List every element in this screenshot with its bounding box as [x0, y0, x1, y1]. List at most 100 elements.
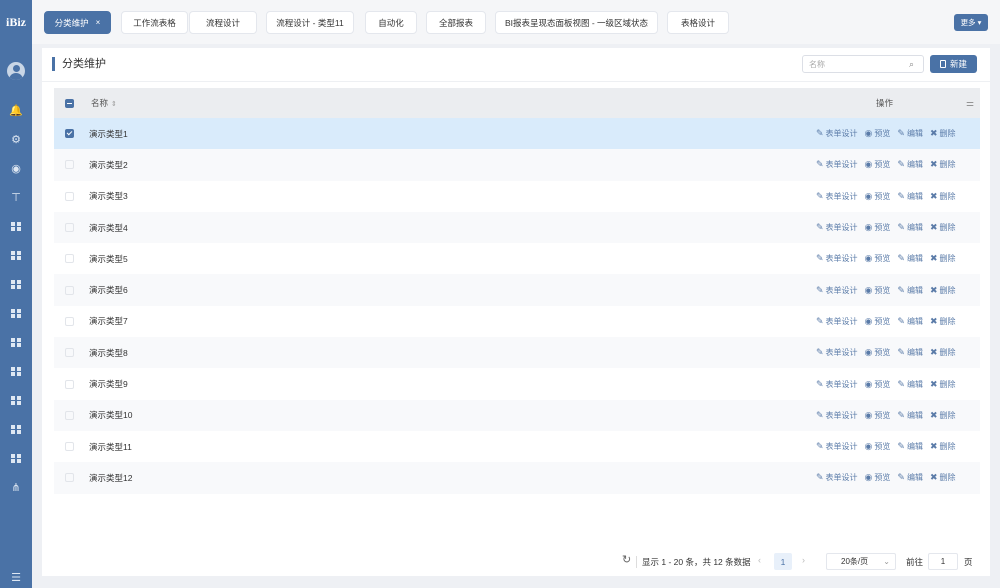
search-icon[interactable]: ⌕ [909, 59, 914, 70]
row-checkbox[interactable] [65, 379, 74, 389]
row-checkbox[interactable] [65, 129, 74, 139]
delete-link[interactable]: ✖ 删除 [930, 222, 956, 233]
grid-icon[interactable] [0, 299, 32, 328]
search-box[interactable]: ⌕ [802, 55, 924, 73]
grid-icon[interactable] [0, 444, 32, 473]
search-input[interactable] [803, 56, 903, 72]
row-checkbox[interactable] [65, 473, 74, 483]
row-checkbox[interactable] [65, 191, 74, 201]
preview-link[interactable]: ◉ 预览 [865, 191, 891, 202]
form-design-link[interactable]: ✎ 表单设计 [816, 379, 858, 390]
table-row[interactable]: 演示类型3 ✎ 表单设计 ◉ 预览 ✎ 编辑 ✖ 删除 [54, 180, 980, 212]
table-row[interactable]: 演示类型2 ✎ 表单设计 ◉ 预览 ✎ 编辑 ✖ 删除 [54, 149, 980, 181]
edit-link[interactable]: ✎ 编辑 [897, 253, 923, 264]
preview-link[interactable]: ◉ 预览 [865, 159, 891, 170]
delete-link[interactable]: ✖ 删除 [930, 159, 956, 170]
tab-2[interactable]: 工作流表格 [121, 11, 188, 34]
edit-link[interactable]: ✎ 编辑 [897, 472, 923, 483]
row-checkbox[interactable] [65, 348, 74, 358]
delete-link[interactable]: ✖ 删除 [930, 285, 956, 296]
grid-icon[interactable] [0, 386, 32, 415]
delete-link[interactable]: ✖ 删除 [930, 128, 956, 139]
tab-1[interactable]: 分类维护 × [44, 11, 111, 34]
close-icon[interactable]: × [96, 18, 101, 27]
page-number-current[interactable]: 1 [774, 553, 792, 570]
form-design-link[interactable]: ✎ 表单设计 [816, 441, 858, 452]
edit-link[interactable]: ✎ 编辑 [897, 159, 923, 170]
grid-icon[interactable] [0, 270, 32, 299]
grid-icon[interactable] [0, 241, 32, 270]
delete-link[interactable]: ✖ 删除 [930, 472, 956, 483]
edit-link[interactable]: ✎ 编辑 [897, 379, 923, 390]
row-checkbox[interactable] [65, 316, 74, 326]
tab-7[interactable]: BI报表呈现态面板视图 - 一级区域状态 [495, 11, 658, 34]
bell-icon[interactable]: 🔔 [0, 96, 32, 125]
preview-link[interactable]: ◉ 预览 [865, 128, 891, 139]
preview-link[interactable]: ◉ 预览 [865, 285, 891, 296]
table-row[interactable]: 演示类型1 ✎ 表单设计 ◉ 预览 ✎ 编辑 ✖ 删除 [54, 118, 980, 150]
tab-6[interactable]: 全部报表 [426, 11, 486, 34]
grid-icon[interactable] [0, 212, 32, 241]
row-checkbox[interactable] [65, 410, 74, 420]
table-row[interactable]: 演示类型10 ✎ 表单设计 ◉ 预览 ✎ 编辑 ✖ 删除 [54, 399, 980, 431]
gear-icon[interactable]: ⚙ [0, 125, 32, 154]
edit-link[interactable]: ✎ 编辑 [897, 191, 923, 202]
form-design-link[interactable]: ✎ 表单设计 [816, 128, 858, 139]
edit-link[interactable]: ✎ 编辑 [897, 316, 923, 327]
table-row[interactable]: 演示类型5 ✎ 表单设计 ◉ 预览 ✎ 编辑 ✖ 删除 [54, 243, 980, 275]
tree-icon[interactable]: ⋔ [0, 473, 32, 502]
delete-link[interactable]: ✖ 删除 [930, 441, 956, 452]
table-row[interactable]: 演示类型4 ✎ 表单设计 ◉ 预览 ✎ 编辑 ✖ 删除 [54, 211, 980, 244]
select-all-checkbox[interactable] [65, 98, 74, 108]
preview-link[interactable]: ◉ 预览 [865, 347, 891, 358]
more-tabs-button[interactable]: 更多 ▾ [954, 14, 988, 31]
table-row[interactable]: 演示类型7 ✎ 表单设计 ◉ 预览 ✎ 编辑 ✖ 删除 [54, 305, 980, 338]
edit-link[interactable]: ✎ 编辑 [897, 441, 923, 452]
tab-3[interactable]: 流程设计 [189, 11, 257, 34]
goto-page-input[interactable] [928, 553, 958, 570]
paint-roller-icon[interactable]: ⊤ [0, 183, 32, 212]
grid-icon[interactable] [0, 415, 32, 444]
row-checkbox[interactable] [65, 254, 74, 264]
table-row[interactable]: 演示类型11 ✎ 表单设计 ◉ 预览 ✎ 编辑 ✖ 删除 [54, 430, 980, 463]
row-checkbox[interactable] [65, 285, 74, 295]
edit-link[interactable]: ✎ 编辑 [897, 222, 923, 233]
preview-link[interactable]: ◉ 预览 [865, 222, 891, 233]
delete-link[interactable]: ✖ 删除 [930, 347, 956, 358]
page-size-select[interactable]: 20条/页 ⌄ [826, 553, 896, 570]
preview-link[interactable]: ◉ 预览 [865, 253, 891, 264]
delete-link[interactable]: ✖ 删除 [930, 253, 956, 264]
preview-link[interactable]: ◉ 预览 [865, 379, 891, 390]
row-checkbox[interactable] [65, 442, 74, 452]
form-design-link[interactable]: ✎ 表单设计 [816, 316, 858, 327]
table-row[interactable]: 演示类型6 ✎ 表单设计 ◉ 预览 ✎ 编辑 ✖ 删除 [54, 274, 980, 306]
form-design-link[interactable]: ✎ 表单设计 [816, 472, 858, 483]
tab-8[interactable]: 表格设计 [667, 11, 729, 34]
edit-link[interactable]: ✎ 编辑 [897, 347, 923, 358]
tab-5[interactable]: 自动化 [365, 11, 417, 34]
preview-link[interactable]: ◉ 预览 [865, 410, 891, 421]
form-design-link[interactable]: ✎ 表单设计 [816, 159, 858, 170]
menu-fold-icon[interactable]: ☰ [0, 570, 32, 584]
table-row[interactable]: 演示类型9 ✎ 表单设计 ◉ 预览 ✎ 编辑 ✖ 删除 [54, 368, 980, 400]
sort-icon[interactable]: ⇕ [111, 101, 117, 108]
edit-link[interactable]: ✎ 编辑 [897, 128, 923, 139]
column-header-name[interactable]: 名称 ⇕ [91, 97, 117, 109]
form-design-link[interactable]: ✎ 表单设计 [816, 285, 858, 296]
form-design-link[interactable]: ✎ 表单设计 [816, 222, 858, 233]
delete-link[interactable]: ✖ 删除 [930, 410, 956, 421]
form-design-link[interactable]: ✎ 表单设计 [816, 191, 858, 202]
table-row[interactable]: 演示类型8 ✎ 表单设计 ◉ 预览 ✎ 编辑 ✖ 删除 [54, 337, 980, 369]
delete-link[interactable]: ✖ 删除 [930, 379, 956, 390]
row-checkbox[interactable] [65, 160, 74, 170]
preview-link[interactable]: ◉ 预览 [865, 472, 891, 483]
table-row[interactable]: 演示类型12 ✎ 表单设计 ◉ 预览 ✎ 编辑 ✖ 删除 [54, 462, 980, 494]
preview-link[interactable]: ◉ 预览 [865, 316, 891, 327]
avatar[interactable] [7, 62, 25, 80]
preview-link[interactable]: ◉ 预览 [865, 441, 891, 452]
row-checkbox[interactable] [65, 223, 74, 233]
tab-4[interactable]: 流程设计 - 类型11 [266, 11, 354, 34]
form-design-link[interactable]: ✎ 表单设计 [816, 410, 858, 421]
delete-link[interactable]: ✖ 删除 [930, 191, 956, 202]
delete-link[interactable]: ✖ 删除 [930, 316, 956, 327]
